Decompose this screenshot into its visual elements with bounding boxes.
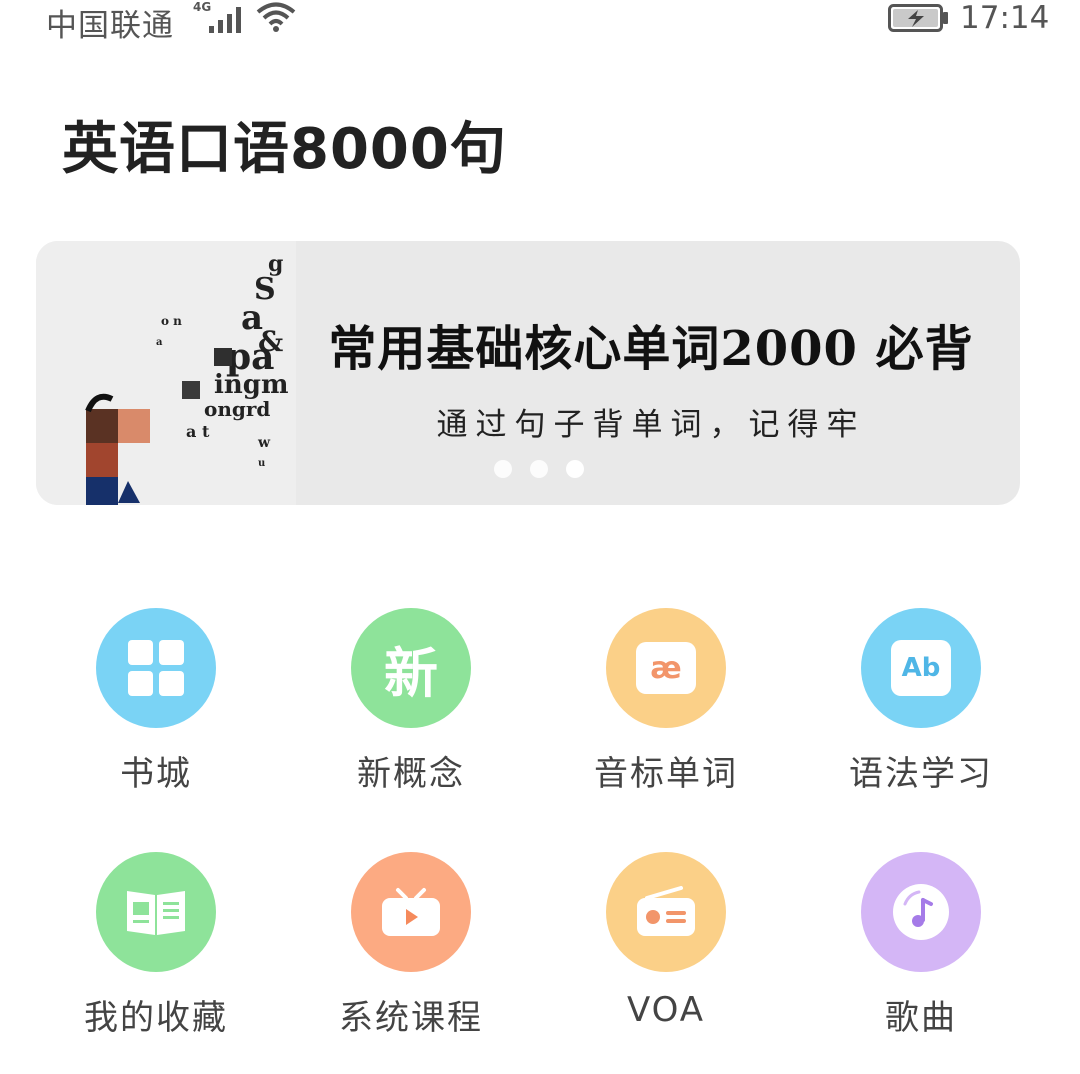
page-title: 英语口语8000句 xyxy=(62,117,507,182)
phonetic-card-icon: æ xyxy=(606,608,726,728)
tv-play-icon xyxy=(351,852,471,972)
svg-text:u: u xyxy=(258,458,265,469)
svg-text:a t: a t xyxy=(186,422,210,441)
menu-label: 系统课程 xyxy=(339,998,483,1038)
menu-item-bookstore[interactable]: 书城 xyxy=(36,608,276,808)
signal-icon xyxy=(209,7,241,33)
banner-subline: 通过句子背单词，记得牢 xyxy=(436,407,866,443)
menu-label: 新概念 xyxy=(357,754,465,794)
menu-label: VOA xyxy=(626,990,706,1030)
clock: 17:14 xyxy=(960,0,1050,36)
menu-label: 歌曲 xyxy=(885,998,957,1038)
xin-character-icon: 新 xyxy=(351,608,471,728)
menu-item-new-concept[interactable]: 新 新概念 xyxy=(291,608,531,808)
svg-text:ongrd: ongrd xyxy=(204,397,270,421)
wifi-icon xyxy=(256,2,296,32)
menu-item-courses[interactable]: 系统课程 xyxy=(291,852,531,1052)
menu-label: 语法学习 xyxy=(849,754,993,794)
open-book-icon xyxy=(96,852,216,972)
carousel-dot[interactable] xyxy=(494,460,512,478)
svg-text:w: w xyxy=(257,435,271,451)
carrier-name: 中国联通 xyxy=(46,8,174,44)
ab-card-icon: Ab xyxy=(861,608,981,728)
icon-glyph: æ xyxy=(650,650,682,686)
menu-item-songs[interactable]: 歌曲 xyxy=(801,852,1041,1052)
status-bar: 中国联通 4G 17:14 xyxy=(0,0,1080,44)
menu-item-phonetics[interactable]: æ 音标单词 xyxy=(546,608,786,808)
menu-item-voa[interactable]: VOA xyxy=(546,852,786,1052)
icon-glyph: Ab xyxy=(901,653,941,683)
grid-icon xyxy=(96,608,216,728)
music-disc-icon xyxy=(861,852,981,972)
icon-glyph: 新 xyxy=(384,641,438,705)
carousel-indicator xyxy=(494,460,584,478)
banner-illustration: g S a & pa ingm ongrd a t o n a w u xyxy=(36,241,296,505)
menu-label: 我的收藏 xyxy=(84,998,228,1038)
svg-text:a: a xyxy=(156,337,163,348)
banner-headline: 常用基础核心单词2000 必背 xyxy=(328,321,974,377)
svg-text:o n: o n xyxy=(161,314,182,328)
menu-item-grammar[interactable]: Ab 语法学习 xyxy=(801,608,1041,808)
menu-label: 音标单词 xyxy=(594,754,738,794)
battery-charging-icon xyxy=(888,4,948,32)
menu-item-favorites[interactable]: 我的收藏 xyxy=(36,852,276,1052)
carousel-dot-active[interactable] xyxy=(566,460,584,478)
svg-text:ingm: ingm xyxy=(214,370,288,400)
carousel-dot[interactable] xyxy=(530,460,548,478)
menu-label: 书城 xyxy=(120,754,192,794)
radio-icon xyxy=(606,852,726,972)
banner-carousel[interactable]: g S a & pa ingm ongrd a t o n a w u 常用基础… xyxy=(36,241,1020,505)
